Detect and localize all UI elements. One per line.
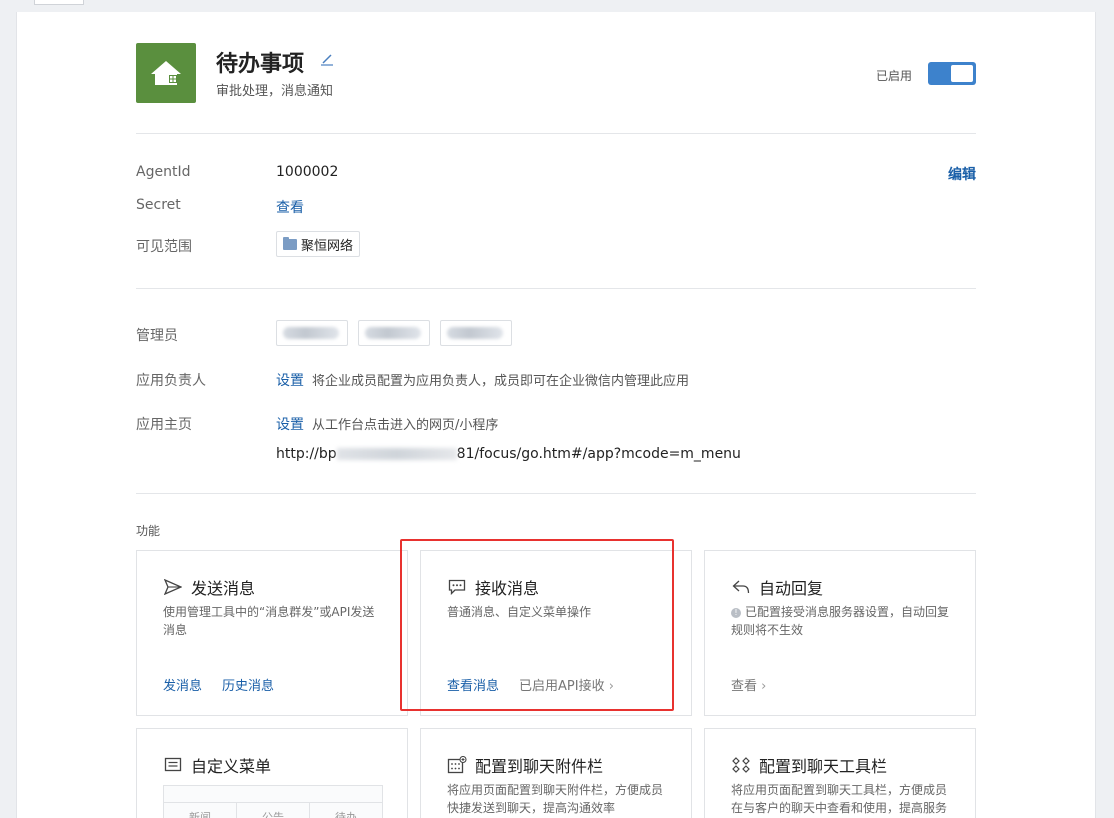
custom-menu-card: 自定义菜单 新闻 公告 待办 bbox=[136, 728, 408, 818]
scope-label: 可见范围 bbox=[136, 239, 192, 255]
auto-reply-card: 自动回复 ! 已配置接受消息服务器设置，自动回复规则将不生效 查看 › bbox=[704, 550, 976, 716]
folder-icon bbox=[283, 236, 297, 250]
menu-item: 新闻 bbox=[164, 803, 237, 818]
send-message-link[interactable]: 发消息 bbox=[163, 675, 202, 694]
info-icon: ! bbox=[731, 608, 741, 618]
menu-bar: 新闻 公告 待办 bbox=[164, 802, 382, 818]
owner-description: 将企业成员配置为应用负责人，成员即可在企业微信内管理此应用 bbox=[312, 374, 690, 389]
homepage-label: 应用主页 bbox=[136, 417, 192, 433]
highlight-box bbox=[400, 539, 674, 711]
redacted-name bbox=[283, 327, 339, 339]
divider bbox=[136, 133, 976, 134]
admins-label: 管理员 bbox=[136, 328, 178, 344]
owner-label: 应用负责人 bbox=[136, 373, 206, 389]
menu-icon bbox=[163, 756, 183, 774]
auto-reply-view-label: 查看 bbox=[731, 679, 758, 694]
attach-grid-icon bbox=[447, 756, 467, 774]
card-title: 自定义菜单 bbox=[163, 753, 271, 777]
scope-tag[interactable]: 聚恒网络 bbox=[276, 231, 361, 257]
homepage-description: 从工作台点击进入的网页/小程序 bbox=[312, 418, 499, 433]
homepage-row: 设置 从工作台点击进入的网页/小程序 bbox=[276, 414, 498, 434]
top-tab[interactable] bbox=[34, 0, 84, 5]
homepage-set-link[interactable]: 设置 bbox=[276, 417, 304, 433]
enable-toggle[interactable] bbox=[928, 62, 976, 85]
url-prefix: http://bp bbox=[276, 446, 337, 462]
history-message-link[interactable]: 历史消息 bbox=[222, 675, 274, 694]
chat-attach-title: 配置到聊天附件栏 bbox=[475, 757, 604, 776]
card-title: 发送消息 bbox=[163, 575, 255, 599]
top-strip bbox=[0, 0, 1114, 12]
send-description: 使用管理工具中的“消息群发”或API发送消息 bbox=[163, 605, 375, 637]
divider bbox=[136, 493, 976, 494]
edit-button[interactable]: 编辑 bbox=[948, 164, 976, 184]
scope-tag-label: 聚恒网络 bbox=[301, 238, 354, 254]
admin-tag[interactable] bbox=[440, 320, 512, 346]
url-suffix: 81/focus/go.htm#/app?mcode=m_menu bbox=[456, 446, 741, 462]
owner-set-link[interactable]: 设置 bbox=[276, 373, 304, 389]
menu-item: 公告 bbox=[237, 803, 310, 818]
card-title: 配置到聊天附件栏 bbox=[447, 753, 603, 777]
agentid-label: AgentId bbox=[136, 164, 191, 180]
status-label: 已启用 bbox=[876, 69, 913, 83]
chat-toolbar-description: 将应用页面配置到聊天工具栏，方便成员在与客户的聊天中查看和使用，提高服务 bbox=[731, 783, 948, 815]
menu-preview: 新闻 公告 待办 bbox=[163, 785, 383, 818]
toolbar-icon bbox=[731, 756, 751, 774]
card-title: 配置到聊天工具栏 bbox=[731, 753, 887, 777]
app-icon bbox=[136, 43, 196, 103]
divider bbox=[136, 288, 976, 289]
auto-reply-description: ! 已配置接受消息服务器设置，自动回复规则将不生效 bbox=[731, 603, 953, 639]
send-title: 发送消息 bbox=[191, 579, 256, 598]
toggle-knob bbox=[951, 65, 973, 82]
owner-row: 设置 将企业成员配置为应用负责人，成员即可在企业微信内管理此应用 bbox=[276, 370, 689, 390]
card-title: 自动回复 bbox=[731, 575, 823, 599]
send-icon bbox=[163, 578, 183, 596]
admin-tag[interactable] bbox=[358, 320, 430, 346]
auto-reply-view[interactable]: 查看 › bbox=[731, 675, 766, 694]
chat-toolbar-title: 配置到聊天工具栏 bbox=[759, 757, 888, 776]
chat-toolbar-card: 配置到聊天工具栏 将应用页面配置到聊天工具栏，方便成员在与客户的聊天中查看和使用… bbox=[704, 728, 976, 818]
reply-icon bbox=[731, 578, 751, 596]
redacted-url bbox=[336, 448, 457, 460]
secret-view-link[interactable]: 查看 bbox=[276, 197, 304, 217]
menu-item: 待办 bbox=[335, 811, 357, 818]
send-actions: 发消息 历史消息 bbox=[163, 675, 274, 694]
auto-reply-actions: 查看 › bbox=[731, 675, 766, 694]
homepage-url: http://bp 81/focus/go.htm#/app?mcode=m_me… bbox=[276, 446, 741, 462]
custom-menu-title: 自定义菜单 bbox=[191, 757, 272, 776]
auto-reply-title: 自动回复 bbox=[759, 579, 824, 598]
edit-name-icon[interactable] bbox=[320, 52, 334, 66]
secret-label: Secret bbox=[136, 197, 181, 213]
chat-attach-description: 将应用页面配置到聊天附件栏，方便成员快捷发送到聊天，提高沟通效率 bbox=[447, 783, 664, 815]
agentid-value: 1000002 bbox=[276, 164, 339, 180]
features-section-title: 功能 bbox=[136, 524, 161, 538]
app-description: 审批处理，消息通知 bbox=[216, 84, 334, 99]
admin-tag[interactable] bbox=[276, 320, 348, 346]
app-name: 待办事项 bbox=[216, 52, 305, 77]
chevron-right-icon: › bbox=[761, 679, 767, 694]
house-icon bbox=[151, 61, 181, 85]
auto-reply-desc-text: 已配置接受消息服务器设置，自动回复规则将不生效 bbox=[731, 605, 950, 637]
chat-attach-card: 配置到聊天附件栏 将应用页面配置到聊天附件栏，方便成员快捷发送到聊天，提高沟通效… bbox=[420, 728, 692, 818]
redacted-name bbox=[365, 327, 421, 339]
send-message-card: 发送消息 使用管理工具中的“消息群发”或API发送消息 发消息 历史消息 bbox=[136, 550, 408, 716]
redacted-name bbox=[447, 327, 503, 339]
